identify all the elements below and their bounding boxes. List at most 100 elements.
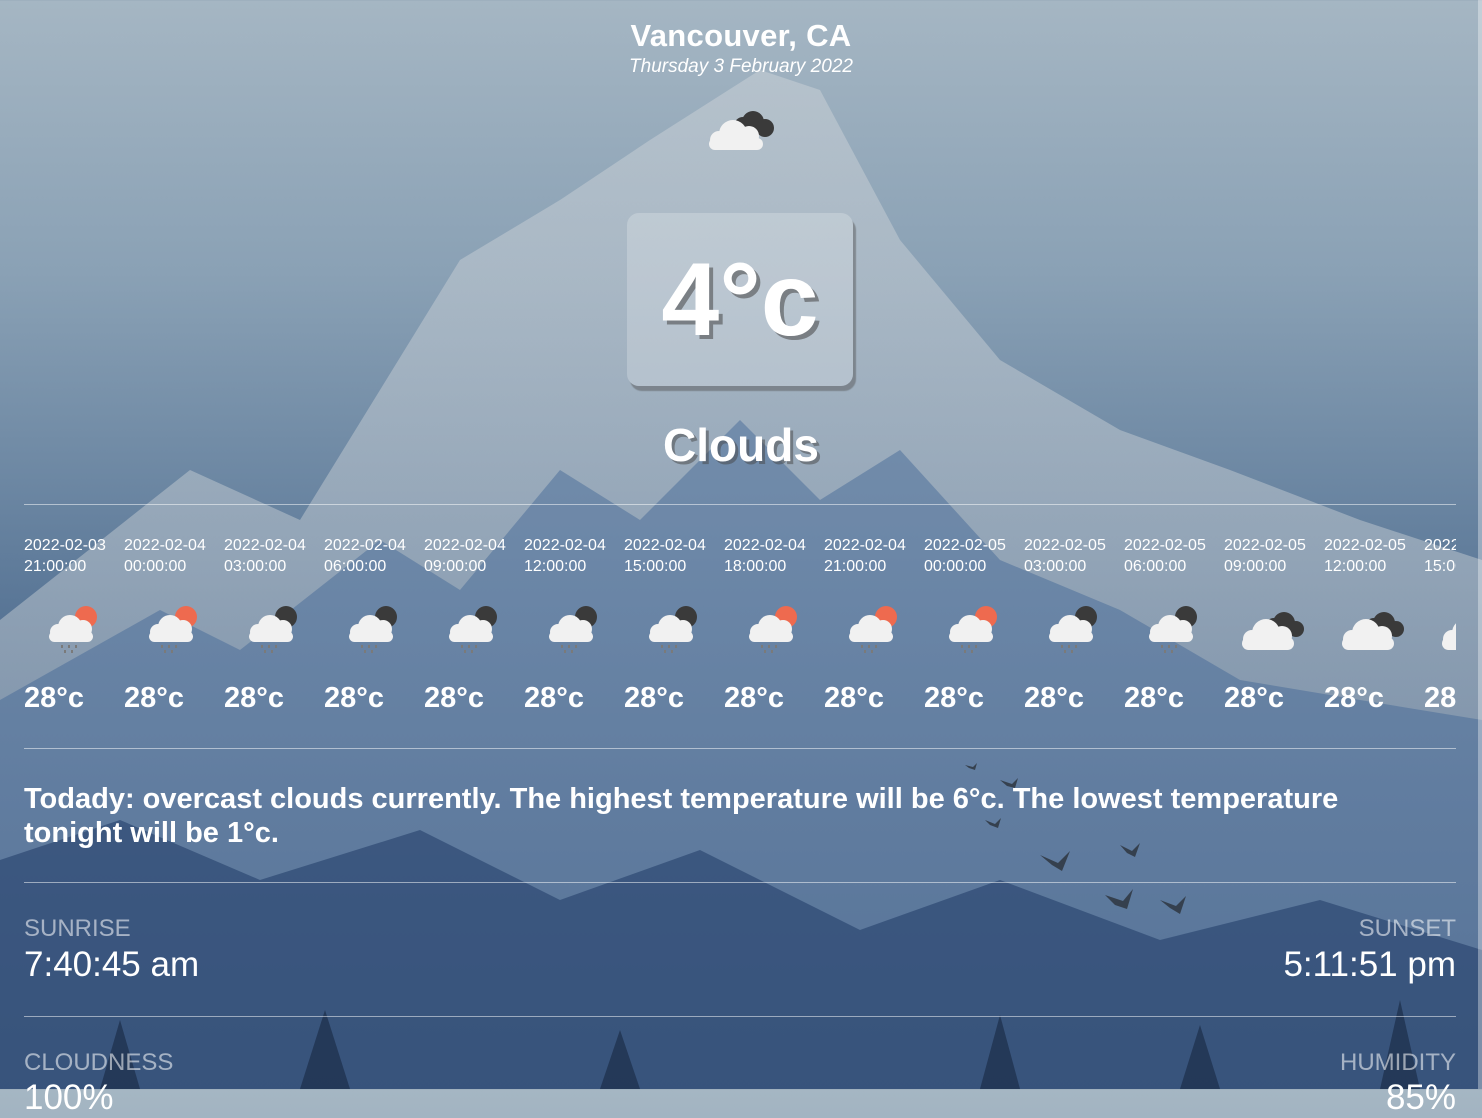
rain-cloud-dark-icon xyxy=(1049,606,1097,653)
divider xyxy=(24,748,1456,749)
cloudy-icon xyxy=(1342,612,1404,650)
forecast-datetime: 2022-02-04 03:00:00 xyxy=(224,535,324,577)
forecast-item: 2022-02-05 03:00:00 28°c xyxy=(1024,535,1124,735)
forecast-temperature: 28°c xyxy=(424,682,484,714)
forecast-item: 2022-02-04 18:00:00 28°c xyxy=(724,535,824,735)
forecast-date: 2022-02-04 xyxy=(724,537,806,554)
hourly-forecast[interactable]: 2022-02-03 21:00:00 28°c 2022-02-04 00:00:00… xyxy=(24,535,1456,735)
forecast-time: 03:00:00 xyxy=(1024,558,1087,575)
forecast-time: 21:00:00 xyxy=(24,558,87,575)
rain-cloud-dark-icon xyxy=(649,606,697,653)
forecast-item: 2022-02-04 00:00:00 28°c xyxy=(124,535,224,735)
forecast-date: 2022-02-04 xyxy=(224,537,306,554)
forecast-time: 09:00:00 xyxy=(1224,558,1287,575)
forecast-time: 09:00:00 xyxy=(424,558,487,575)
forecast-date: 2022-02-05 xyxy=(1224,537,1306,554)
forecast-temperature: 28°c xyxy=(524,682,584,714)
current-temperature-card: 4°c xyxy=(627,213,853,386)
forecast-datetime: 2022-02-05 00:00:00 xyxy=(924,535,1024,577)
cloudiness-label: CLOUDNESS xyxy=(24,1049,174,1076)
forecast-temperature: 28°c xyxy=(1324,682,1384,714)
current-temperature: 4°c xyxy=(661,241,819,358)
rain-cloud-dark-icon xyxy=(1149,606,1197,653)
forecast-datetime: 2022-02-04 15:00:00 xyxy=(624,535,724,577)
sunset-value: 5:11:51 pm xyxy=(1283,945,1456,984)
forecast-temperature: 28°c xyxy=(324,682,384,714)
divider xyxy=(24,882,1456,883)
forecast-temperature: 28°c xyxy=(624,682,684,714)
forecast-temperature: 28°c xyxy=(724,682,784,714)
scrollbar[interactable] xyxy=(1478,0,1482,1089)
forecast-time: 15:00:00 xyxy=(624,558,687,575)
daily-summary: Todady: overcast clouds currently. The h… xyxy=(24,783,1339,849)
humidity-label: HUMIDITY xyxy=(1340,1049,1456,1076)
rain-cloud-sun-icon xyxy=(849,606,897,653)
forecast-time: 03:00:00 xyxy=(224,558,287,575)
forecast-item: 2022-02-03 21:00:00 28°c xyxy=(24,535,124,735)
forecast-datetime: 2022-02-04 12:00:00 xyxy=(524,535,624,577)
cloudy-icon xyxy=(709,111,774,150)
forecast-temperature: 28°c xyxy=(824,682,884,714)
forecast-date: 2022-02-05 xyxy=(1124,537,1206,554)
forecast-item: 2022-02-04 15:00:00 28°c xyxy=(624,535,724,735)
forecast-date: 2022-02-04 xyxy=(324,537,406,554)
forecast-datetime: 2022-02-05 15:00:00 xyxy=(1424,535,1456,577)
forecast-datetime: 2022-02-05 03:00:00 xyxy=(1024,535,1124,577)
forecast-item: 2022-02-04 21:00:00 28°c xyxy=(824,535,924,735)
forecast-date: 2022-02-04 xyxy=(624,537,706,554)
forecast-datetime: 2022-02-05 09:00:00 xyxy=(1224,535,1324,577)
humidity-value: 85% xyxy=(1385,1078,1456,1117)
forecast-temperature: 28°c xyxy=(1124,682,1184,714)
forecast-item: 2022-02-04 06:00:00 28°c xyxy=(324,535,424,735)
forecast-datetime: 2022-02-04 18:00:00 xyxy=(724,535,824,577)
forecast-item: 2022-02-05 15:00:00 28°c xyxy=(1424,535,1456,735)
sunrise-value: 7:40:45 am xyxy=(24,945,200,984)
forecast-date: 2022-02-03 xyxy=(24,537,106,554)
forecast-datetime: 2022-02-04 09:00:00 xyxy=(424,535,524,577)
forecast-item: 2022-02-04 09:00:00 28°c xyxy=(424,535,524,735)
rain-cloud-dark-icon xyxy=(349,606,397,653)
forecast-time: 18:00:00 xyxy=(724,558,787,575)
forecast-time: 12:00:00 xyxy=(1324,558,1387,575)
rain-cloud-dark-icon xyxy=(549,606,597,653)
current-date: Thursday 3 February 2022 xyxy=(629,56,853,77)
rain-cloud-sun-icon xyxy=(149,606,197,653)
sunset-label: SUNSET xyxy=(1358,915,1456,942)
rain-cloud-dark-icon xyxy=(449,606,497,653)
forecast-date: 2022-02-04 xyxy=(524,537,606,554)
forecast-date: 2022-02-05 xyxy=(924,537,1006,554)
forecast-temperature: 28°c xyxy=(924,682,984,714)
divider xyxy=(24,504,1456,505)
forecast-datetime: 2022-02-03 21:00:00 xyxy=(24,535,124,577)
cloudy-icon xyxy=(1242,612,1304,650)
forecast-date: 2022-02-05 xyxy=(1324,537,1406,554)
weather-app: Vancouver, CA Thursday 3 February 2022 4… xyxy=(0,0,1482,1117)
forecast-datetime: 2022-02-04 21:00:00 xyxy=(824,535,924,577)
forecast-item: 2022-02-05 00:00:00 28°c xyxy=(924,535,1024,735)
forecast-time: 00:00:00 xyxy=(924,558,987,575)
forecast-time: 21:00:00 xyxy=(824,558,887,575)
forecast-datetime: 2022-02-04 06:00:00 xyxy=(324,535,424,577)
cloudiness-value: 100% xyxy=(24,1078,114,1117)
rain-cloud-sun-icon xyxy=(949,606,997,653)
forecast-temperature: 28°c xyxy=(24,682,84,714)
forecast-date: 2022-02-05 xyxy=(1024,537,1106,554)
forecast-datetime: 2022-02-05 06:00:00 xyxy=(1124,535,1224,577)
forecast-temperature: 28°c xyxy=(124,682,184,714)
rain-cloud-sun-icon xyxy=(749,606,797,653)
city-name: Vancouver, CA xyxy=(630,18,852,53)
forecast-item: 2022-02-05 09:00:00 28°c xyxy=(1224,535,1324,735)
forecast-time: 06:00:00 xyxy=(324,558,387,575)
forecast-date: 2022-02-04 xyxy=(824,537,906,554)
forecast-item: 2022-02-05 12:00:00 28°c xyxy=(1324,535,1424,735)
forecast-item: 2022-02-04 12:00:00 28°c xyxy=(524,535,624,735)
forecast-temperature: 28°c xyxy=(1024,682,1084,714)
forecast-time: 15:00:00 xyxy=(1424,558,1456,575)
forecast-datetime: 2022-02-05 12:00:00 xyxy=(1324,535,1424,577)
forecast-time: 12:00:00 xyxy=(524,558,587,575)
forecast-item: 2022-02-05 06:00:00 28°c xyxy=(1124,535,1224,735)
forecast-time: 06:00:00 xyxy=(1124,558,1187,575)
forecast-date: 2022-02-04 xyxy=(424,537,506,554)
cloudy-icon xyxy=(1442,623,1456,650)
current-condition: Clouds xyxy=(663,419,819,471)
